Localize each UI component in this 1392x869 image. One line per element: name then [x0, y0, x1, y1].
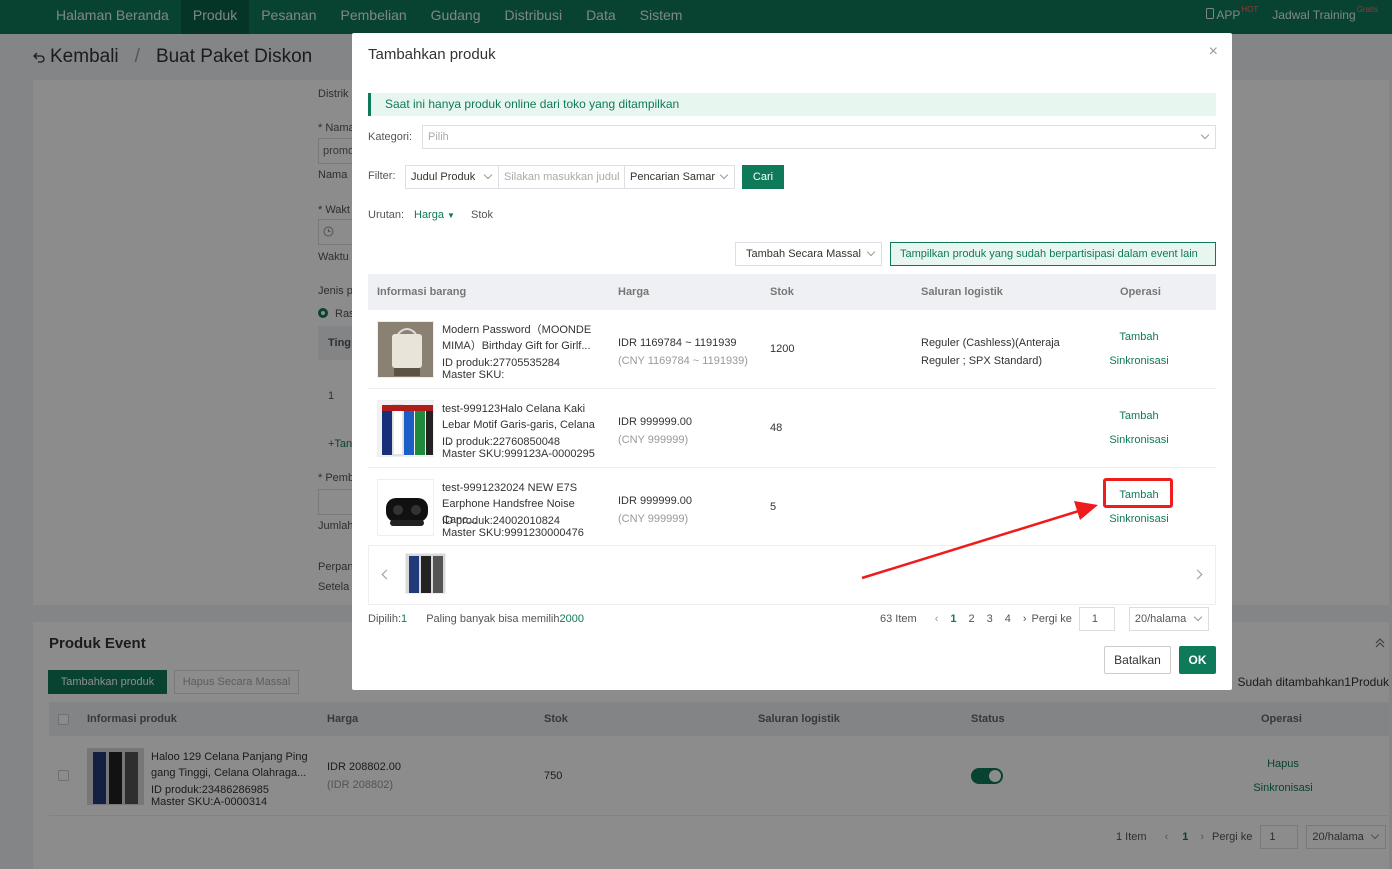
product-table-header: Informasi barang Harga Stok Saluran logi…	[368, 274, 1216, 310]
chevron-right-icon[interactable]	[1192, 569, 1203, 580]
selected-count: 1	[401, 613, 408, 625]
product-sku: Master SKU:	[442, 369, 505, 381]
chevron-left-icon[interactable]	[381, 569, 392, 580]
bulk-add-select[interactable]: Tambah Secara Massal	[735, 242, 882, 266]
product-stock: 1200	[770, 343, 795, 355]
product-price: IDR 999999.00 (CNY 999999)	[618, 492, 692, 528]
col-stock: Stok	[770, 286, 794, 298]
info-notice: Saat ini hanya produk online dari toko y…	[368, 93, 1216, 116]
product-name: Modern Password（MOONDE MIMA）Birthday Gif…	[442, 324, 592, 352]
product-sku: Master SKU:9991230000476	[442, 527, 584, 539]
page-4[interactable]: 4	[1005, 613, 1011, 625]
cancel-button[interactable]: Batalkan	[1104, 646, 1171, 674]
total-items: 63 Item	[880, 613, 917, 625]
category-select[interactable]: Pilih	[422, 125, 1216, 149]
add-link[interactable]: Tambah	[1104, 410, 1174, 422]
page-size-select[interactable]: 20/halama	[1128, 607, 1209, 631]
ok-button[interactable]: OK	[1179, 646, 1216, 674]
selected-product-thumbnail[interactable]	[405, 553, 446, 594]
table-row: Modern Password（MOONDE MIMA）Birthday Gif…	[368, 310, 1216, 389]
sort-down-icon: ▼	[447, 211, 455, 220]
page-1[interactable]: 1	[950, 613, 956, 625]
sort-label: Urutan:	[368, 209, 405, 221]
max-select-value: 2000	[559, 613, 584, 625]
product-id: ID produk:27705535284	[442, 357, 561, 369]
filter-mode-select[interactable]: Pencarian Samar	[624, 165, 735, 189]
modal-title: Tambahkan produk	[368, 46, 496, 63]
product-price-sub: (CNY 1169784 ~ 1191939)	[618, 355, 748, 367]
close-icon[interactable]: ×	[1209, 43, 1218, 61]
prev-page-icon[interactable]: ‹	[935, 613, 939, 625]
product-sku: Master SKU:999123A-0000295	[442, 448, 595, 460]
table-row: test-9991232024 NEW E7S Earphone Handsfr…	[368, 468, 1216, 547]
chevron-down-icon	[483, 170, 493, 180]
product-thumbnail	[377, 400, 434, 457]
filter-keyword-input[interactable]: Silakan masukkan judul	[498, 165, 625, 189]
goto-label: Pergi ke	[1031, 613, 1072, 625]
sort-stock-link[interactable]: Stok	[471, 209, 493, 221]
filter-field-select[interactable]: Judul Produk	[405, 165, 499, 189]
next-page-icon[interactable]: ›	[1023, 613, 1027, 625]
product-price: IDR 1169784 ~ 1191939 (CNY 1169784 ~ 119…	[618, 334, 748, 370]
product-thumbnail	[377, 479, 434, 536]
sync-link[interactable]: Sinkronisasi	[1104, 355, 1174, 367]
sync-link[interactable]: Sinkronisasi	[1104, 513, 1174, 525]
product-thumbnail	[377, 321, 434, 378]
sort-price-link[interactable]: Harga ▼	[414, 209, 455, 221]
product-logistics: Reguler (Cashless)(Anteraja Reguler ; SP…	[921, 337, 1060, 367]
sync-link[interactable]: Sinkronisasi	[1104, 434, 1174, 446]
bulk-add-label: Tambah Secara Massal	[746, 248, 861, 260]
filter-field-value: Judul Produk	[411, 171, 476, 183]
page-3[interactable]: 3	[987, 613, 993, 625]
page-2[interactable]: 2	[968, 613, 974, 625]
add-link[interactable]: Tambah	[1104, 331, 1174, 343]
filter-label: Filter:	[368, 170, 396, 182]
product-price-main: IDR 999999.00	[618, 495, 692, 507]
col-operation: Operasi	[1120, 286, 1161, 298]
filter-mode-value: Pencarian Samar	[630, 171, 715, 183]
product-stock: 5	[770, 501, 777, 513]
product-stock: 48	[770, 422, 783, 434]
selected-label: Dipilih:	[368, 613, 402, 625]
product-id: ID produk:22760850048	[442, 436, 561, 448]
selection-info: Dipilih:1 Paling banyak bisa memilih2000	[368, 613, 584, 625]
goto-input[interactable]: 1	[1078, 607, 1115, 631]
product-price-main: IDR 1169784 ~ 1191939	[618, 337, 737, 349]
col-logistics: Saluran logistik	[921, 286, 1003, 298]
add-product-modal: Tambahkan produk × Saat ini hanya produk…	[352, 33, 1232, 690]
product-price: IDR 999999.00 (CNY 999999)	[618, 413, 692, 449]
col-price: Harga	[618, 286, 650, 298]
chevron-down-icon	[1200, 130, 1210, 140]
category-placeholder: Pilih	[428, 131, 449, 143]
chevron-down-icon	[866, 247, 876, 257]
max-select-label: Paling banyak bisa memilih	[426, 613, 560, 625]
table-row: test-999123Halo Celana Kaki Lebar Motif …	[368, 389, 1216, 468]
chevron-down-icon	[719, 170, 729, 180]
sort-price-label: Harga	[414, 209, 444, 221]
col-item-info: Informasi barang	[377, 286, 467, 298]
page-size-value: 20/halama	[1134, 613, 1187, 625]
modal-pagination: 63 Item ‹ 1 2 3 4 › Pergi ke 1 20/halama	[880, 607, 1209, 631]
search-button[interactable]: Cari	[742, 165, 784, 189]
product-price-sub: (CNY 999999)	[618, 513, 689, 525]
product-price-sub: (CNY 999999)	[618, 434, 689, 446]
show-other-event-button[interactable]: Tampilkan produk yang sudah berpartisipa…	[890, 242, 1216, 266]
product-price-main: IDR 999999.00	[618, 416, 692, 428]
highlight-box	[1103, 478, 1173, 508]
selected-products-carousel	[368, 545, 1216, 605]
chevron-down-icon	[1193, 612, 1203, 622]
category-label: Kategori:	[368, 131, 413, 143]
product-id: ID produk:24002010824	[442, 515, 561, 527]
